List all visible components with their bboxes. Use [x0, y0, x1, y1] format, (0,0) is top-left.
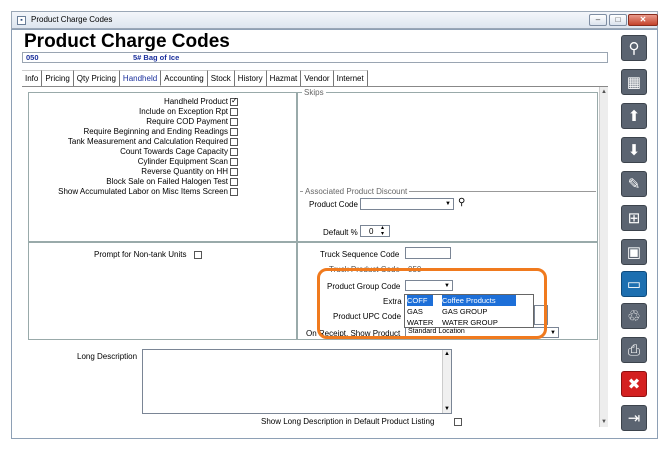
handheld-option-row: Reverse Quantity on HH	[141, 167, 238, 177]
window-title: Product Charge Codes	[31, 15, 113, 24]
handheld-option-label: Count Towards Cage Capacity	[120, 147, 228, 156]
tab-hazmat[interactable]: Hazmat	[266, 70, 302, 86]
scroll-up-icon[interactable]: ▲	[600, 88, 608, 96]
add-page-icon[interactable]: ⊞	[621, 205, 647, 231]
tab-info[interactable]: Info	[22, 70, 43, 86]
handheld-option-checkbox[interactable]	[230, 177, 238, 186]
binoculars-icon[interactable]: ⚲	[458, 197, 465, 208]
show-long-desc-checkbox[interactable]	[454, 417, 463, 426]
scroll-down-icon[interactable]: ▼	[600, 418, 608, 426]
assoc-product-code-select[interactable]: ▼	[360, 198, 454, 210]
page-title: Product Charge Codes	[24, 31, 230, 52]
handheld-option-checkbox[interactable]	[230, 187, 238, 196]
tab-handheld[interactable]: Handheld	[119, 70, 162, 86]
handheld-option-checkbox[interactable]	[230, 96, 238, 106]
handheld-option-row: Cylinder Equipment Scan	[138, 157, 238, 167]
default-pct-label: Default %	[323, 228, 358, 237]
handheld-option-label: Handheld Product	[163, 97, 228, 106]
assoc-product-code-label: Product Code	[309, 200, 358, 209]
arrow-up-icon[interactable]: ⬆	[621, 103, 647, 129]
print-icon[interactable]: ⎙	[621, 337, 647, 363]
handheld-option-row: Block Sale on Failed Halogen Test	[106, 177, 238, 187]
product-code: 050	[26, 53, 39, 62]
tab-bar: Info Pricing Qty Pricing Handheld Accoun…	[22, 70, 368, 86]
handheld-option-checkbox[interactable]	[230, 107, 238, 116]
skips-panel	[297, 92, 598, 242]
textarea-scrollbar[interactable]: ▲ ▼	[442, 350, 451, 413]
handheld-option-label: Tank Measurement and Calculation Require…	[67, 137, 228, 146]
handheld-option-label: Block Sale on Failed Halogen Test	[106, 177, 228, 186]
scroll-up-icon[interactable]: ▲	[444, 351, 450, 357]
handheld-option-row: Show Accumulated Labor on Misc Items Scr…	[58, 187, 238, 197]
scroll-down-icon[interactable]: ▼	[444, 406, 450, 412]
handheld-option-row: Require COD Payment	[146, 117, 238, 127]
edit-icon[interactable]: ✎	[621, 171, 647, 197]
handheld-option-label: Reverse Quantity on HH	[141, 167, 228, 176]
add-save-icon[interactable]: ▣	[621, 239, 647, 265]
arrow-down-icon[interactable]: ⬇	[621, 137, 647, 163]
stepper-arrows-icon[interactable]: ▴ ▾	[381, 225, 384, 237]
truck-sequence-label: Truck Sequence Code	[320, 250, 400, 259]
handheld-option-checkbox[interactable]	[230, 147, 238, 156]
app-icon: ▪	[17, 16, 26, 25]
show-long-desc-label: Show Long Description in Default Product…	[261, 417, 435, 426]
action-sidebar: ⚲ ▦ ⬆ ⬇ ✎ ⊞ ▣ ▭ ♲ ⎙ ✖ ⇥	[613, 31, 655, 437]
product-description: 5# Bag of Ice	[133, 53, 180, 62]
chevron-down-icon: ▼	[550, 330, 556, 336]
handheld-option-label: Show Accumulated Labor on Misc Items Scr…	[58, 187, 228, 196]
handheld-option-row: Handheld Product	[163, 96, 238, 107]
tab-accounting[interactable]: Accounting	[161, 70, 208, 86]
long-description-textarea[interactable]: ▲ ▼	[142, 349, 452, 414]
close-window-button[interactable]: ✕	[628, 14, 658, 26]
tab-pricing[interactable]: Pricing	[42, 70, 74, 86]
handheld-option-row: Require Beginning and Ending Readings	[83, 127, 238, 137]
handheld-option-label: Require COD Payment	[146, 117, 228, 126]
handheld-option-checkbox[interactable]	[230, 137, 238, 146]
maximize-button[interactable]: □	[609, 14, 627, 26]
non-tank-checkbox[interactable]	[194, 250, 202, 259]
minimize-button[interactable]: –	[589, 14, 607, 26]
handheld-option-checkbox[interactable]	[230, 167, 238, 176]
save-icon[interactable]: ▭	[621, 271, 647, 297]
handheld-option-label: Cylinder Equipment Scan	[137, 157, 228, 166]
handheld-option-row: Tank Measurement and Calculation Require…	[68, 137, 238, 147]
assoc-legend: Associated Product Discount	[303, 187, 410, 196]
product-header-bar: 050 5# Bag of Ice	[22, 52, 608, 63]
handheld-option-checkbox[interactable]	[230, 117, 238, 126]
truck-sequence-input[interactable]	[405, 247, 451, 259]
handheld-option-label: Require Beginning and Ending Readings	[83, 127, 228, 136]
tab-history[interactable]: History	[234, 70, 267, 86]
default-pct-stepper[interactable]: 0 ▴ ▾	[360, 225, 390, 237]
default-pct-value: 0	[369, 227, 374, 236]
handheld-option-row: Include on Exception Rpt	[139, 107, 238, 117]
long-description-label: Long Description	[77, 352, 138, 361]
tab-vendor[interactable]: Vendor	[301, 70, 334, 86]
non-tank-label: Prompt for Non-tank Units	[94, 250, 187, 259]
handheld-option-checkbox[interactable]	[230, 127, 238, 136]
tab-qty-pricing[interactable]: Qty Pricing	[73, 70, 120, 86]
exit-icon[interactable]: ⇥	[621, 405, 647, 431]
tab-divider	[22, 86, 608, 87]
main-scrollbar[interactable]: ▲ ▼	[599, 87, 608, 427]
tab-internet[interactable]: Internet	[333, 70, 368, 86]
title-bar: ▪ Product Charge Codes – □ ✕	[11, 11, 658, 29]
chevron-down-icon: ▼	[445, 201, 451, 207]
handheld-options-list: Handheld ProductInclude on Exception Rpt…	[28, 96, 238, 207]
handheld-option-checkbox[interactable]	[230, 157, 238, 166]
tab-stock[interactable]: Stock	[207, 70, 235, 86]
close-icon[interactable]: ✖	[621, 371, 647, 397]
search-icon[interactable]: ⚲	[621, 35, 647, 61]
delete-icon[interactable]: ♲	[621, 303, 647, 329]
highlight-annotation	[317, 268, 547, 339]
skips-legend: Skips	[302, 88, 326, 97]
handheld-option-label: Include on Exception Rpt	[139, 107, 228, 116]
grid-icon[interactable]: ▦	[621, 69, 647, 95]
handheld-option-row: Count Towards Cage Capacity	[120, 147, 238, 157]
